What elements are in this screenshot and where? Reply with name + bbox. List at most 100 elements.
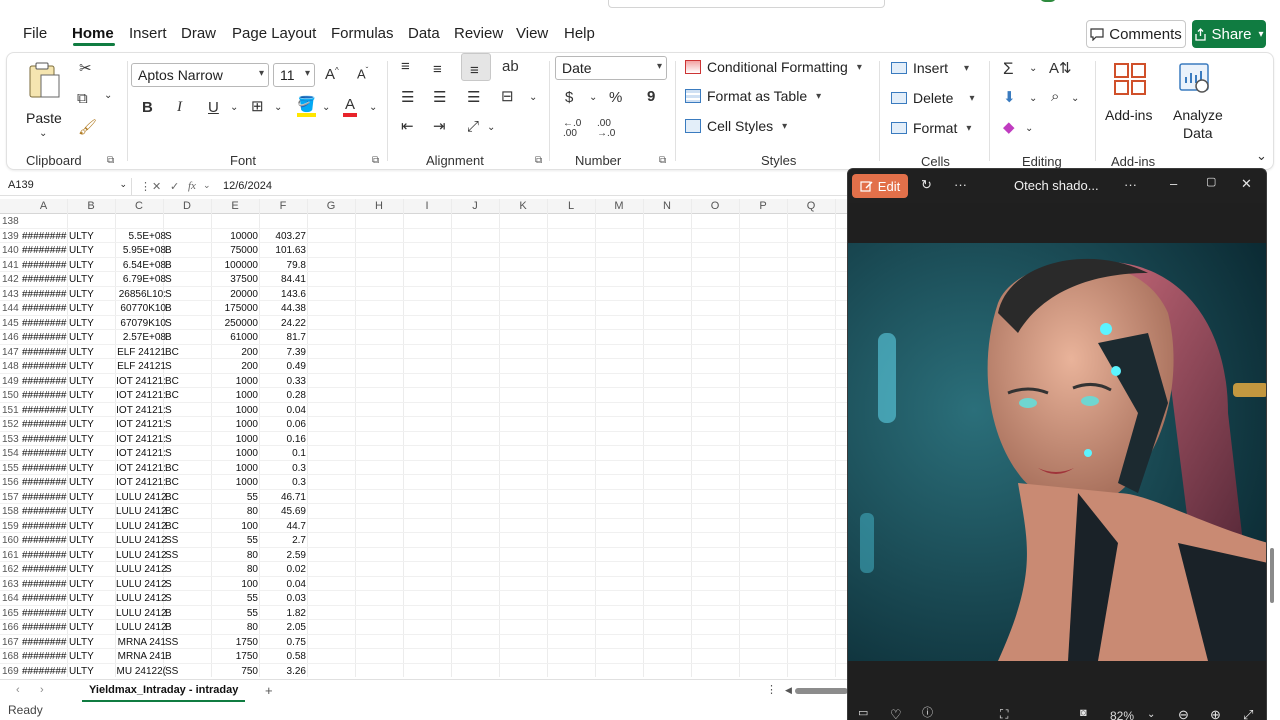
cell-a[interactable]: ######## <box>22 448 68 459</box>
alignment-launcher-icon[interactable]: ⧉ <box>535 155 542 166</box>
chevron-down-icon[interactable]: ⌄ <box>203 180 211 191</box>
cell-b[interactable]: ULTY <box>69 622 115 633</box>
cell-d[interactable]: B <box>165 651 195 662</box>
column-header-m[interactable]: M <box>595 200 643 212</box>
font-size-dropdown[interactable]: 11 ▾ <box>273 63 315 87</box>
align-center-icon[interactable]: ☰ <box>433 90 446 105</box>
filmstrip-icon[interactable]: ▭ <box>858 708 868 719</box>
paste-label[interactable]: Paste <box>26 110 62 126</box>
cell-f[interactable]: 24.22 <box>259 318 306 329</box>
cell-e[interactable]: 61000 <box>211 332 258 343</box>
cell-b[interactable]: ULTY <box>69 231 115 242</box>
cell-f[interactable]: 2.05 <box>259 622 306 633</box>
cell-f[interactable]: 0.3 <box>259 477 306 488</box>
cell-c[interactable]: 6.54E+08 <box>116 260 166 271</box>
cell-f[interactable]: 0.3 <box>259 463 306 474</box>
column-header-o[interactable]: O <box>691 200 739 212</box>
chevron-down-icon[interactable]: ⌄ <box>1025 124 1033 134</box>
cell-a[interactable]: ######## <box>22 260 68 271</box>
cell-a[interactable]: ######## <box>22 622 68 633</box>
cell-d[interactable]: S <box>165 405 195 416</box>
minimize-icon[interactable]: – <box>1170 177 1177 190</box>
chevron-down-icon[interactable]: ⌄ <box>39 129 47 139</box>
cell-d[interactable]: S <box>165 231 195 242</box>
cell-f[interactable]: 0.04 <box>259 405 306 416</box>
prev-sheet-icon[interactable]: ‹ <box>16 685 20 696</box>
enter-icon[interactable]: ✓ <box>170 180 179 193</box>
cell-c[interactable]: ELF 24121 <box>116 347 166 358</box>
table-row[interactable]: 143 ######## ULTY 26856L10: S 20000 143.6 <box>0 287 848 301</box>
cell-c[interactable]: LULU 2412 <box>116 492 166 503</box>
cell-f[interactable]: 2.7 <box>259 535 306 546</box>
cell-c[interactable]: LULU 2412 <box>116 550 166 561</box>
cell-c[interactable]: LULU 2412 <box>116 622 166 633</box>
cell-b[interactable]: ULTY <box>69 347 115 358</box>
cell-c[interactable]: LULU 2412 <box>116 564 166 575</box>
fill-icon[interactable]: ⬇ <box>1003 90 1016 105</box>
cell-a[interactable]: ######## <box>22 506 68 517</box>
table-row[interactable]: 152 ######## ULTY IOT 24121: S 1000 0.06 <box>0 417 848 432</box>
cell-b[interactable]: ULTY <box>69 274 115 285</box>
cell-styles-button[interactable]: Cell Styles ▾ <box>685 118 787 134</box>
cell-e[interactable]: 10000 <box>211 231 258 242</box>
table-row[interactable]: 140 ######## ULTY 5.95E+08 B 75000 101.63 <box>0 243 848 258</box>
currency-icon[interactable]: $ <box>565 90 573 105</box>
column-header-g[interactable]: G <box>307 200 355 212</box>
share-button[interactable]: Share ▾ <box>1192 20 1266 48</box>
cell-e[interactable]: 37500 <box>211 274 258 285</box>
column-header-q[interactable]: Q <box>787 200 835 212</box>
table-row[interactable]: 158 ######## ULTY LULU 2412 BC 80 45.69 <box>0 504 848 519</box>
cell-c[interactable]: 26856L10: <box>116 289 166 300</box>
column-header-l[interactable]: L <box>547 200 595 212</box>
zoom-level[interactable]: 82% <box>1110 709 1134 720</box>
cell-c[interactable]: IOT 24121: <box>116 434 166 445</box>
cell-f[interactable]: 0.16 <box>259 434 306 445</box>
cell-e[interactable]: 100000 <box>211 260 258 271</box>
cell-d[interactable]: S <box>165 564 195 575</box>
cell-e[interactable]: 1000 <box>211 419 258 430</box>
menu-data[interactable]: Data <box>408 25 440 42</box>
cell-e[interactable]: 250000 <box>211 318 258 329</box>
cell-d[interactable]: S <box>165 593 195 604</box>
menu-page-layout[interactable]: Page Layout <box>232 25 316 42</box>
cell-f[interactable]: 0.06 <box>259 419 306 430</box>
cell-c[interactable]: IOT 24121: <box>116 477 166 488</box>
cell-b[interactable]: ULTY <box>69 579 115 590</box>
cell-b[interactable]: ULTY <box>69 506 115 517</box>
cell-a[interactable]: ######## <box>22 579 68 590</box>
cell-a[interactable]: ######## <box>22 521 68 532</box>
cell-d[interactable]: S <box>165 419 195 430</box>
horizontal-scrollbar[interactable] <box>795 688 848 694</box>
clear-icon[interactable]: ◆ <box>1003 120 1015 135</box>
cell-e[interactable]: 1000 <box>211 405 258 416</box>
vertical-scrollbar[interactable] <box>1270 548 1274 603</box>
cell-f[interactable]: 0.1 <box>259 448 306 459</box>
increase-decimal-icon[interactable]: ←.0.00 <box>563 119 581 139</box>
menu-file[interactable]: File <box>23 25 47 42</box>
cell-b[interactable]: ULTY <box>69 637 115 648</box>
table-row[interactable]: 163 ######## ULTY LULU 2412 S 100 0.04 <box>0 577 848 591</box>
cell-c[interactable]: 60770K10 <box>116 303 166 314</box>
insert-cells-button[interactable]: Insert ▾ <box>891 60 969 76</box>
close-icon[interactable]: ✕ <box>1241 177 1252 190</box>
cell-b[interactable]: ULTY <box>69 303 115 314</box>
cell-c[interactable]: IOT 24121: <box>116 376 166 387</box>
decrease-font-icon[interactable]: Aˇ <box>357 67 368 81</box>
table-row[interactable]: 150 ######## ULTY IOT 24121: BC 1000 0.28 <box>0 388 848 403</box>
cell-d[interactable]: SS <box>165 666 195 677</box>
more-options-icon[interactable]: ··· <box>1124 178 1137 191</box>
table-row[interactable]: 164 ######## ULTY LULU 2412 S 55 0.03 <box>0 591 848 606</box>
font-color-icon[interactable]: A <box>343 97 358 117</box>
cell-c[interactable]: LULU 2412 <box>116 579 166 590</box>
analyze-data-label-line1[interactable]: Analyze <box>1173 107 1223 123</box>
cell-a[interactable]: ######## <box>22 608 68 619</box>
cell-c[interactable]: LULU 2412 <box>116 608 166 619</box>
table-row[interactable]: 162 ######## ULTY LULU 2412 S 80 0.02 <box>0 562 848 577</box>
table-row[interactable]: 142 ######## ULTY 6.79E+08 S 37500 84.41 <box>0 272 848 287</box>
cell-b[interactable]: ULTY <box>69 593 115 604</box>
cell-c[interactable]: LULU 2412 <box>116 535 166 546</box>
favorite-icon[interactable]: ♡ <box>890 708 902 720</box>
cell-c[interactable]: IOT 24121: <box>116 405 166 416</box>
cell-f[interactable]: 81.7 <box>259 332 306 343</box>
borders-icon[interactable]: ⊞ <box>251 99 264 114</box>
